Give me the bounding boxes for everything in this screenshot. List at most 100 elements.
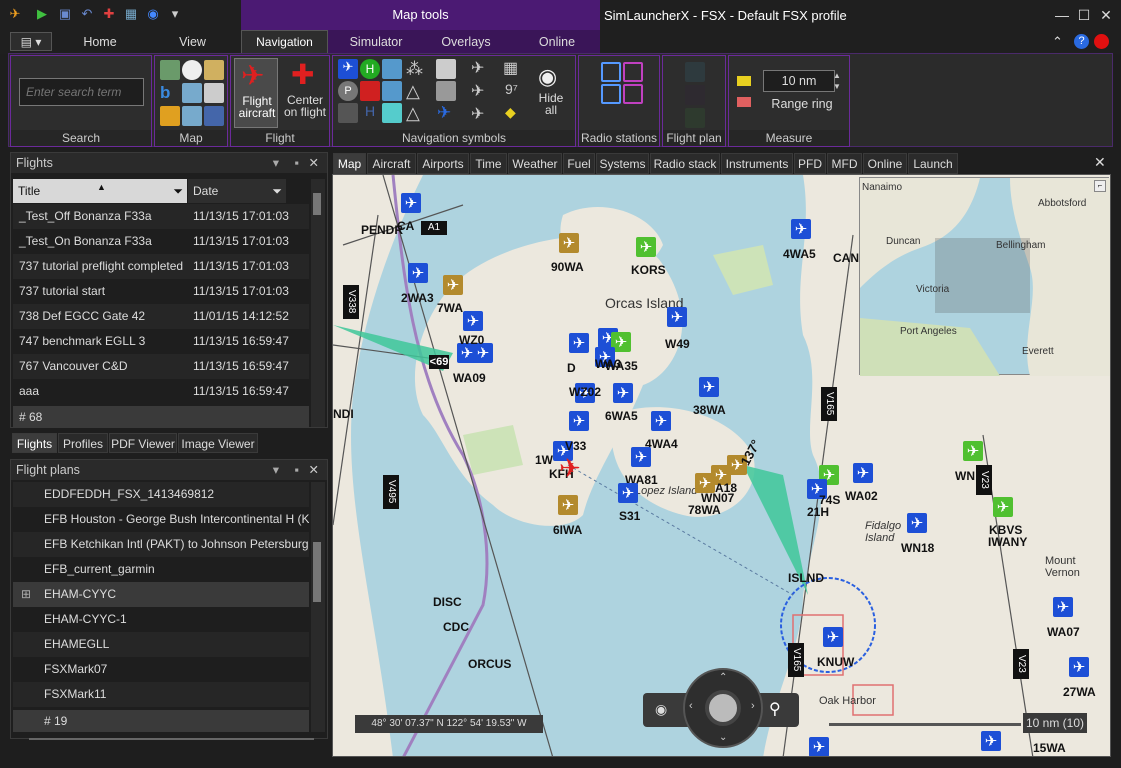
ruler-icon[interactable] bbox=[737, 76, 751, 86]
airport-marker[interactable]: ✈ bbox=[981, 731, 1001, 751]
table-row[interactable]: _Test_Off Bonanza F33a 11/13/15 17:01:03 bbox=[13, 204, 309, 229]
flight-plan-icon-3[interactable] bbox=[685, 108, 705, 128]
close-panel-icon[interactable]: ✕ bbox=[309, 153, 319, 173]
airport-marker[interactable]: ✈ bbox=[993, 497, 1013, 517]
flights-scroll-thumb[interactable] bbox=[313, 193, 321, 215]
pan-left-icon[interactable]: ‹ bbox=[689, 700, 693, 712]
list-item[interactable]: EFB Ketchikan Intl (PAKT) to Johnson Pet… bbox=[13, 532, 309, 557]
tab-pfd[interactable]: PFD bbox=[794, 153, 826, 174]
airport-marker[interactable]: ✈ bbox=[401, 193, 421, 213]
airport-marker[interactable]: ✈ bbox=[408, 263, 428, 283]
search-input[interactable] bbox=[19, 78, 144, 106]
disk-icon[interactable] bbox=[204, 106, 224, 126]
airport-marker[interactable]: ✈ bbox=[443, 275, 463, 295]
eye-view-icon[interactable]: ◉ bbox=[655, 701, 667, 718]
table-row[interactable]: 737 tutorial preflight completed 11/13/15… bbox=[13, 254, 309, 279]
plane-right-icon[interactable]: ✈ bbox=[471, 104, 484, 124]
tab-aircraft[interactable]: Aircraft bbox=[367, 153, 416, 174]
column-title-header[interactable]: Title ▲ ⏷ bbox=[13, 179, 187, 203]
expand-icon[interactable]: ⊞ bbox=[21, 582, 31, 607]
airport-marker[interactable]: ✈ bbox=[558, 495, 578, 515]
table-row[interactable]: 738 Def EGCC Gate 42 11/01/15 14:12:52 bbox=[13, 304, 309, 329]
globe-icon[interactable]: ◉ bbox=[144, 5, 162, 23]
list-item-selected[interactable]: ⊞ EHAM-CYYC bbox=[13, 582, 309, 607]
table-row[interactable]: aaa 11/13/15 16:59:47 bbox=[13, 379, 309, 404]
airport-marker[interactable]: ✈ bbox=[569, 333, 589, 353]
radio-station-icon-1[interactable] bbox=[601, 62, 621, 82]
list-item[interactable]: EHAM-CYYC-1 bbox=[13, 607, 309, 632]
plane-arrow-icon[interactable]: ✈ bbox=[471, 58, 484, 78]
grid-icon[interactable] bbox=[182, 106, 202, 126]
airway-icon[interactable] bbox=[436, 81, 456, 101]
pin-icon[interactable]: ◆ bbox=[505, 104, 516, 121]
close-button[interactable]: ✕ bbox=[1096, 6, 1116, 24]
airport-marker[interactable]: ✈ bbox=[569, 411, 589, 431]
airport-icon[interactable]: ✈ bbox=[338, 59, 358, 79]
hospital-icon[interactable]: H bbox=[360, 103, 380, 123]
overview-inset-map[interactable]: Nanaimo Abbotsford Duncan Bellingham Vic… bbox=[859, 177, 1110, 376]
eraser-icon[interactable] bbox=[737, 97, 751, 107]
pan-control[interactable]: ⌃ ⌄ ‹ › bbox=[683, 668, 763, 748]
filter-title-icon[interactable]: ⏷ bbox=[173, 179, 183, 203]
ndb-icon[interactable] bbox=[382, 81, 402, 101]
flight-plan-icon-1[interactable] bbox=[685, 62, 705, 82]
close-panel-icon[interactable]: ✕ bbox=[309, 460, 319, 480]
tab-pdf-viewer[interactable]: PDF Viewer bbox=[109, 433, 177, 453]
map-icon[interactable]: ▦ bbox=[122, 5, 140, 23]
column-date-header[interactable]: Date ⏷ bbox=[188, 179, 286, 203]
tab-simulator[interactable]: Simulator bbox=[340, 30, 412, 54]
airport-marker[interactable]: ✈ bbox=[651, 411, 671, 431]
list-item[interactable]: FSXMark07 bbox=[13, 657, 309, 682]
plane-down-icon[interactable]: ✈ bbox=[471, 81, 484, 101]
list-item[interactable]: EFB_current_garmin bbox=[13, 557, 309, 582]
aircraft-icon[interactable]: ✚ bbox=[100, 5, 118, 23]
airport-marker[interactable]: ✈ bbox=[791, 219, 811, 239]
airport-marker[interactable]: ✈ bbox=[853, 463, 873, 483]
pan-right-icon[interactable]: › bbox=[751, 700, 755, 712]
triangle-icon[interactable]: △ bbox=[406, 81, 420, 102]
zoom-search-icon[interactable]: ⚲ bbox=[769, 699, 781, 719]
maximize-button[interactable]: ☐ bbox=[1074, 6, 1094, 24]
range-spinner[interactable]: ▲ ▼ bbox=[833, 70, 843, 92]
radio-station-icon-2[interactable] bbox=[623, 62, 643, 82]
table-row[interactable]: 737 tutorial start 11/13/15 17:01:03 bbox=[13, 279, 309, 304]
pin-panel-icon[interactable]: ▪ bbox=[295, 460, 299, 480]
airport-marker[interactable]: ✈ bbox=[667, 307, 687, 327]
airport-marker[interactable]: ✈ bbox=[1069, 657, 1089, 677]
copy-icon[interactable] bbox=[204, 83, 224, 103]
grid-dots-icon[interactable]: ▦ bbox=[503, 58, 518, 78]
collapse-inset-icon[interactable]: ⌐ bbox=[1094, 180, 1106, 192]
tab-online[interactable]: Online bbox=[863, 153, 907, 174]
play-icon[interactable]: ▶ bbox=[33, 5, 51, 23]
map-view[interactable]: V338 A1 V495 V165 V165 V23 V23 PENDR CA … bbox=[332, 174, 1111, 757]
tab-home[interactable]: Home bbox=[70, 30, 130, 54]
airspace-icon[interactable] bbox=[436, 59, 456, 79]
list-item[interactable]: EHAMEGLL bbox=[13, 632, 309, 657]
close-map-tab-icon[interactable]: ✕ bbox=[1094, 154, 1106, 171]
list-item[interactable]: FSXMark11 bbox=[13, 682, 309, 707]
airport-marker[interactable]: ✈ bbox=[699, 377, 719, 397]
list-item[interactable]: EFB Houston - George Bush Intercontinent… bbox=[13, 507, 309, 532]
tab-weather[interactable]: Weather bbox=[508, 153, 562, 174]
airport-marker[interactable]: ✈ bbox=[613, 383, 633, 403]
airport-marker[interactable]: ✈ bbox=[809, 737, 829, 756]
tab-instruments[interactable]: Instruments bbox=[721, 153, 793, 174]
panel-menu-icon[interactable]: ▾ bbox=[273, 460, 279, 480]
target-icon[interactable] bbox=[182, 60, 202, 80]
list-item[interactable]: EDDFEDDH_FSX_1413469812 bbox=[13, 482, 309, 507]
tab-systems[interactable]: Systems bbox=[596, 153, 649, 174]
pan-up-icon[interactable]: ⌃ bbox=[719, 672, 727, 683]
flight-plans-hscroll[interactable] bbox=[29, 738, 314, 740]
pin-panel-icon[interactable]: ▪ bbox=[295, 153, 299, 173]
flight-plans-scroll-thumb[interactable] bbox=[313, 542, 321, 602]
airport-marker[interactable]: ✈ bbox=[559, 233, 579, 253]
tab-image-viewer[interactable]: Image Viewer bbox=[178, 433, 258, 453]
tab-mfd[interactable]: MFD bbox=[827, 153, 862, 174]
minimize-button[interactable]: — bbox=[1052, 6, 1072, 24]
tab-profiles[interactable]: Profiles bbox=[58, 433, 108, 453]
flight-plan-icon-2[interactable] bbox=[685, 85, 705, 105]
pan-center-button[interactable] bbox=[705, 690, 741, 726]
waypoint-icon[interactable]: ⁂ bbox=[406, 59, 423, 79]
pan-down-icon[interactable]: ⌄ bbox=[719, 732, 727, 743]
table-row[interactable]: _Test_On Bonanza F33a 11/13/15 17:01:03 bbox=[13, 229, 309, 254]
